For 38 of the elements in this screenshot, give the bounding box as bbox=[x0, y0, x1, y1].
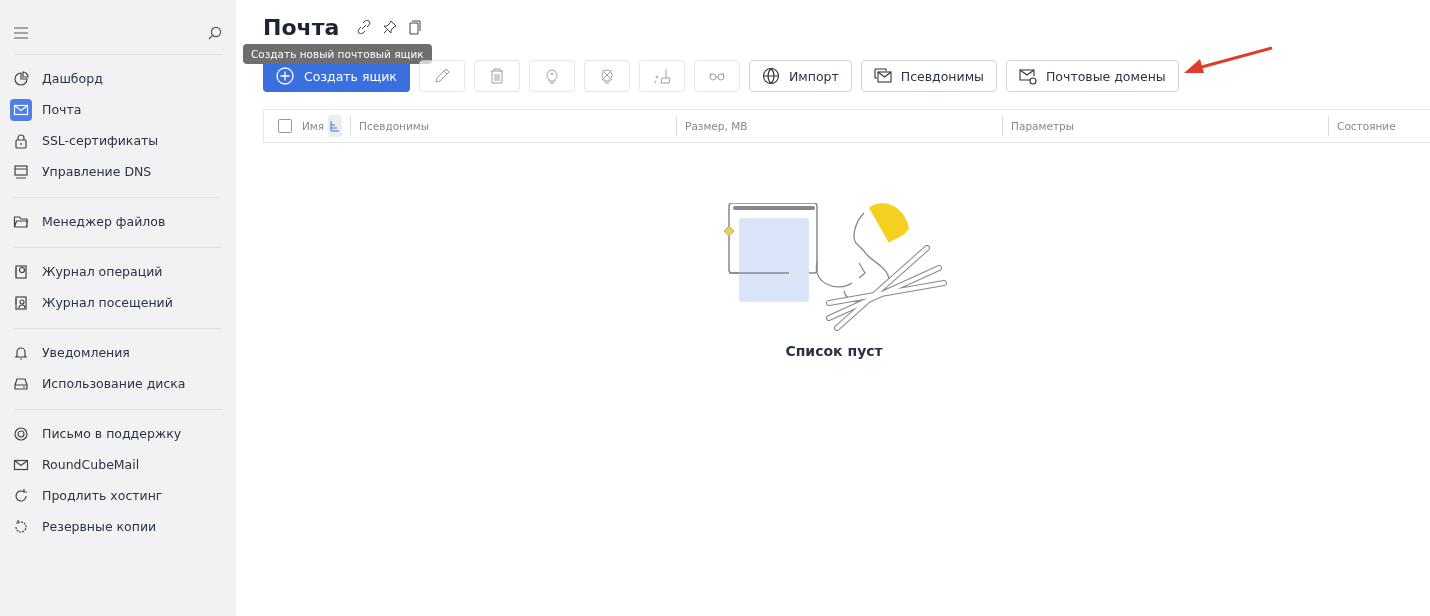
sidebar-item[interactable]: Журнал посещений bbox=[14, 287, 222, 318]
column-header[interactable]: Размер, MB bbox=[685, 120, 748, 132]
toolbar-button[interactable]: Почтовые домены bbox=[1005, 60, 1179, 92]
envelopes-icon bbox=[873, 67, 892, 85]
column-header[interactable]: Имя bbox=[302, 120, 325, 132]
tooltip: Создать новый почтовый ящик bbox=[243, 44, 432, 64]
select-all-checkbox[interactable] bbox=[278, 119, 292, 133]
sort-icon[interactable] bbox=[328, 115, 343, 137]
sidebar-item[interactable]: Резервные копии bbox=[14, 511, 222, 542]
sidebar-item[interactable]: Дашборд bbox=[14, 63, 222, 94]
sidebar-item[interactable]: Журнал операций bbox=[14, 256, 222, 287]
menu-icon[interactable] bbox=[14, 27, 28, 39]
document-icon[interactable] bbox=[409, 19, 422, 35]
envelope-icon bbox=[10, 98, 32, 121]
empty-list-message: Список пуст bbox=[785, 343, 883, 359]
sidebar-item[interactable]: SSL-сертификаты bbox=[14, 125, 222, 156]
link-icon[interactable] bbox=[357, 20, 372, 34]
page-title: Почта bbox=[263, 14, 340, 40]
sidebar-item[interactable]: Почта bbox=[14, 94, 222, 125]
pencil-icon bbox=[432, 67, 451, 85]
globe-icon bbox=[761, 67, 780, 85]
broom-icon bbox=[652, 67, 671, 85]
pin-icon[interactable] bbox=[383, 20, 398, 34]
column-header[interactable]: Псевдонимы bbox=[359, 120, 429, 132]
sidebar-item[interactable]: RoundCubeMail bbox=[14, 449, 222, 480]
sidebar-item[interactable]: Письмо в поддержку bbox=[14, 418, 222, 449]
column-header[interactable]: Состояние bbox=[1337, 120, 1396, 132]
sidebar-item[interactable]: Уведомления bbox=[14, 337, 222, 368]
plus-icon bbox=[276, 67, 294, 85]
sidebar-item[interactable]: Использование диска bbox=[14, 368, 222, 399]
toolbar-button[interactable]: Псевдонимы bbox=[860, 60, 997, 92]
sidebar-item[interactable]: Менеджер файлов bbox=[14, 206, 222, 237]
search-icon[interactable] bbox=[208, 26, 222, 40]
sidebar-item[interactable]: Продлить хостинг bbox=[14, 480, 222, 511]
toolbar-button[interactable]: Импорт bbox=[748, 60, 852, 92]
envelope-at-icon bbox=[1018, 67, 1037, 85]
column-header[interactable]: Параметры bbox=[1011, 120, 1074, 132]
sidebar-item[interactable]: Управление DNS bbox=[14, 156, 222, 187]
